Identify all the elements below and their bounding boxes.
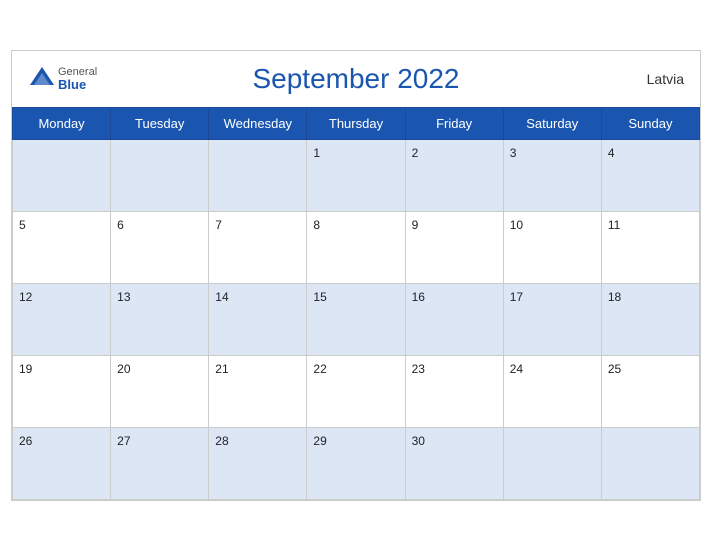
calendar-cell: 2 bbox=[405, 139, 503, 211]
calendar-week-row: 1 2 3 4 bbox=[13, 139, 700, 211]
calendar-cell: 19 bbox=[13, 355, 111, 427]
calendar-cell: 18 bbox=[601, 283, 699, 355]
day-number: 13 bbox=[117, 290, 130, 304]
weekday-monday: Monday bbox=[13, 107, 111, 139]
day-number: 4 bbox=[608, 146, 615, 160]
calendar-cell bbox=[601, 427, 699, 499]
logo: General Blue bbox=[28, 65, 97, 93]
calendar-header: General Blue September 2022 Latvia bbox=[12, 51, 700, 107]
day-number: 3 bbox=[510, 146, 517, 160]
weekday-thursday: Thursday bbox=[307, 107, 405, 139]
calendar-cell bbox=[209, 139, 307, 211]
day-number: 16 bbox=[412, 290, 425, 304]
calendar-table: Monday Tuesday Wednesday Thursday Friday… bbox=[12, 107, 700, 500]
day-number: 30 bbox=[412, 434, 425, 448]
calendar-cell: 5 bbox=[13, 211, 111, 283]
calendar-cell: 10 bbox=[503, 211, 601, 283]
calendar-title: September 2022 bbox=[252, 63, 459, 95]
calendar-cell: 30 bbox=[405, 427, 503, 499]
calendar-cell: 6 bbox=[111, 211, 209, 283]
day-number: 18 bbox=[608, 290, 621, 304]
calendar-cell: 13 bbox=[111, 283, 209, 355]
calendar-cell: 16 bbox=[405, 283, 503, 355]
day-number: 25 bbox=[608, 362, 621, 376]
day-number: 15 bbox=[313, 290, 326, 304]
calendar-week-row: 12 13 14 15 16 17 18 bbox=[13, 283, 700, 355]
day-number: 8 bbox=[313, 218, 320, 232]
calendar-cell: 8 bbox=[307, 211, 405, 283]
day-number: 12 bbox=[19, 290, 32, 304]
day-number: 28 bbox=[215, 434, 228, 448]
calendar-cell bbox=[13, 139, 111, 211]
weekday-friday: Friday bbox=[405, 107, 503, 139]
weekday-saturday: Saturday bbox=[503, 107, 601, 139]
day-number: 6 bbox=[117, 218, 124, 232]
calendar-cell: 11 bbox=[601, 211, 699, 283]
day-number: 20 bbox=[117, 362, 130, 376]
calendar-cell: 25 bbox=[601, 355, 699, 427]
calendar-cell: 1 bbox=[307, 139, 405, 211]
country-label: Latvia bbox=[647, 71, 684, 87]
logo-icon bbox=[28, 65, 56, 93]
calendar-cell: 20 bbox=[111, 355, 209, 427]
day-number: 9 bbox=[412, 218, 419, 232]
day-number: 17 bbox=[510, 290, 523, 304]
calendar-cell: 21 bbox=[209, 355, 307, 427]
calendar-week-row: 26 27 28 29 30 bbox=[13, 427, 700, 499]
calendar: General Blue September 2022 Latvia Monda… bbox=[11, 50, 701, 501]
calendar-cell bbox=[503, 427, 601, 499]
weekday-header-row: Monday Tuesday Wednesday Thursday Friday… bbox=[13, 107, 700, 139]
day-number: 24 bbox=[510, 362, 523, 376]
calendar-week-row: 5 6 7 8 9 10 11 bbox=[13, 211, 700, 283]
day-number: 27 bbox=[117, 434, 130, 448]
calendar-cell: 23 bbox=[405, 355, 503, 427]
calendar-cell: 12 bbox=[13, 283, 111, 355]
calendar-cell: 3 bbox=[503, 139, 601, 211]
calendar-cell: 29 bbox=[307, 427, 405, 499]
day-number: 14 bbox=[215, 290, 228, 304]
calendar-cell: 4 bbox=[601, 139, 699, 211]
weekday-tuesday: Tuesday bbox=[111, 107, 209, 139]
weekday-sunday: Sunday bbox=[601, 107, 699, 139]
day-number: 7 bbox=[215, 218, 222, 232]
calendar-cell: 9 bbox=[405, 211, 503, 283]
calendar-cell: 7 bbox=[209, 211, 307, 283]
day-number: 2 bbox=[412, 146, 419, 160]
calendar-cell: 22 bbox=[307, 355, 405, 427]
calendar-cell bbox=[111, 139, 209, 211]
logo-blue-text: Blue bbox=[58, 78, 97, 91]
day-number: 1 bbox=[313, 146, 320, 160]
calendar-cell: 26 bbox=[13, 427, 111, 499]
day-number: 10 bbox=[510, 218, 523, 232]
calendar-cell: 15 bbox=[307, 283, 405, 355]
calendar-cell: 24 bbox=[503, 355, 601, 427]
calendar-week-row: 19 20 21 22 23 24 25 bbox=[13, 355, 700, 427]
calendar-cell: 27 bbox=[111, 427, 209, 499]
day-number: 22 bbox=[313, 362, 326, 376]
day-number: 19 bbox=[19, 362, 32, 376]
calendar-cell: 17 bbox=[503, 283, 601, 355]
day-number: 5 bbox=[19, 218, 26, 232]
calendar-cell: 14 bbox=[209, 283, 307, 355]
day-number: 26 bbox=[19, 434, 32, 448]
day-number: 11 bbox=[608, 218, 620, 232]
weekday-wednesday: Wednesday bbox=[209, 107, 307, 139]
day-number: 23 bbox=[412, 362, 425, 376]
day-number: 29 bbox=[313, 434, 326, 448]
calendar-cell: 28 bbox=[209, 427, 307, 499]
day-number: 21 bbox=[215, 362, 228, 376]
